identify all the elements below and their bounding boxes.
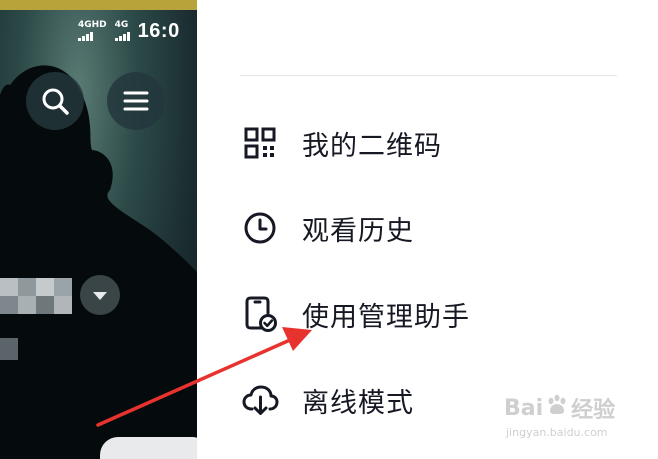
blurred-username [0, 278, 72, 314]
menu-item-label: 我的二维码 [302, 130, 442, 162]
watermark-url: jingyan.baidu.com [506, 426, 608, 439]
menu-item-label: 观看历史 [302, 215, 414, 247]
paw-logo-icon [545, 393, 569, 423]
watermark-brand-right: 经验 [571, 398, 616, 423]
search-button[interactable] [26, 72, 84, 130]
menu-item-offline-mode[interactable]: 离线模式 [240, 376, 414, 424]
phone-check-icon [240, 294, 280, 334]
menu-item-label: 离线模式 [302, 387, 414, 419]
menu-item-label: 使用管理助手 [302, 301, 470, 333]
clock-icon [240, 208, 280, 248]
cloud-download-icon [240, 380, 280, 420]
baidu-jingyan-watermark: Bai 经验 jingyan.baidu.com [504, 392, 654, 454]
profile-silhouette [0, 65, 197, 459]
bottom-card [100, 437, 197, 459]
qr-code-icon [240, 123, 280, 163]
watermark-brand-left: Bai [504, 395, 544, 421]
account-dropdown-button[interactable] [80, 275, 120, 315]
menu-item-my-qr-code[interactable]: 我的二维码 [240, 119, 442, 167]
menu-item-watch-history[interactable]: 观看历史 [240, 204, 414, 252]
hamburger-menu-icon [123, 91, 149, 111]
menu-divider [240, 75, 617, 76]
search-icon [42, 88, 69, 115]
menu-button[interactable] [107, 72, 165, 130]
background-app-screen: 4GHD 4G 16:0 [0, 0, 197, 459]
menu-item-usage-manager[interactable]: 使用管理助手 [240, 290, 470, 338]
side-menu-drawer: 我的二维码 观看历史 使用管理助手 离线模式 [197, 0, 658, 459]
chevron-down-icon [93, 292, 107, 300]
blurred-id [0, 338, 18, 360]
